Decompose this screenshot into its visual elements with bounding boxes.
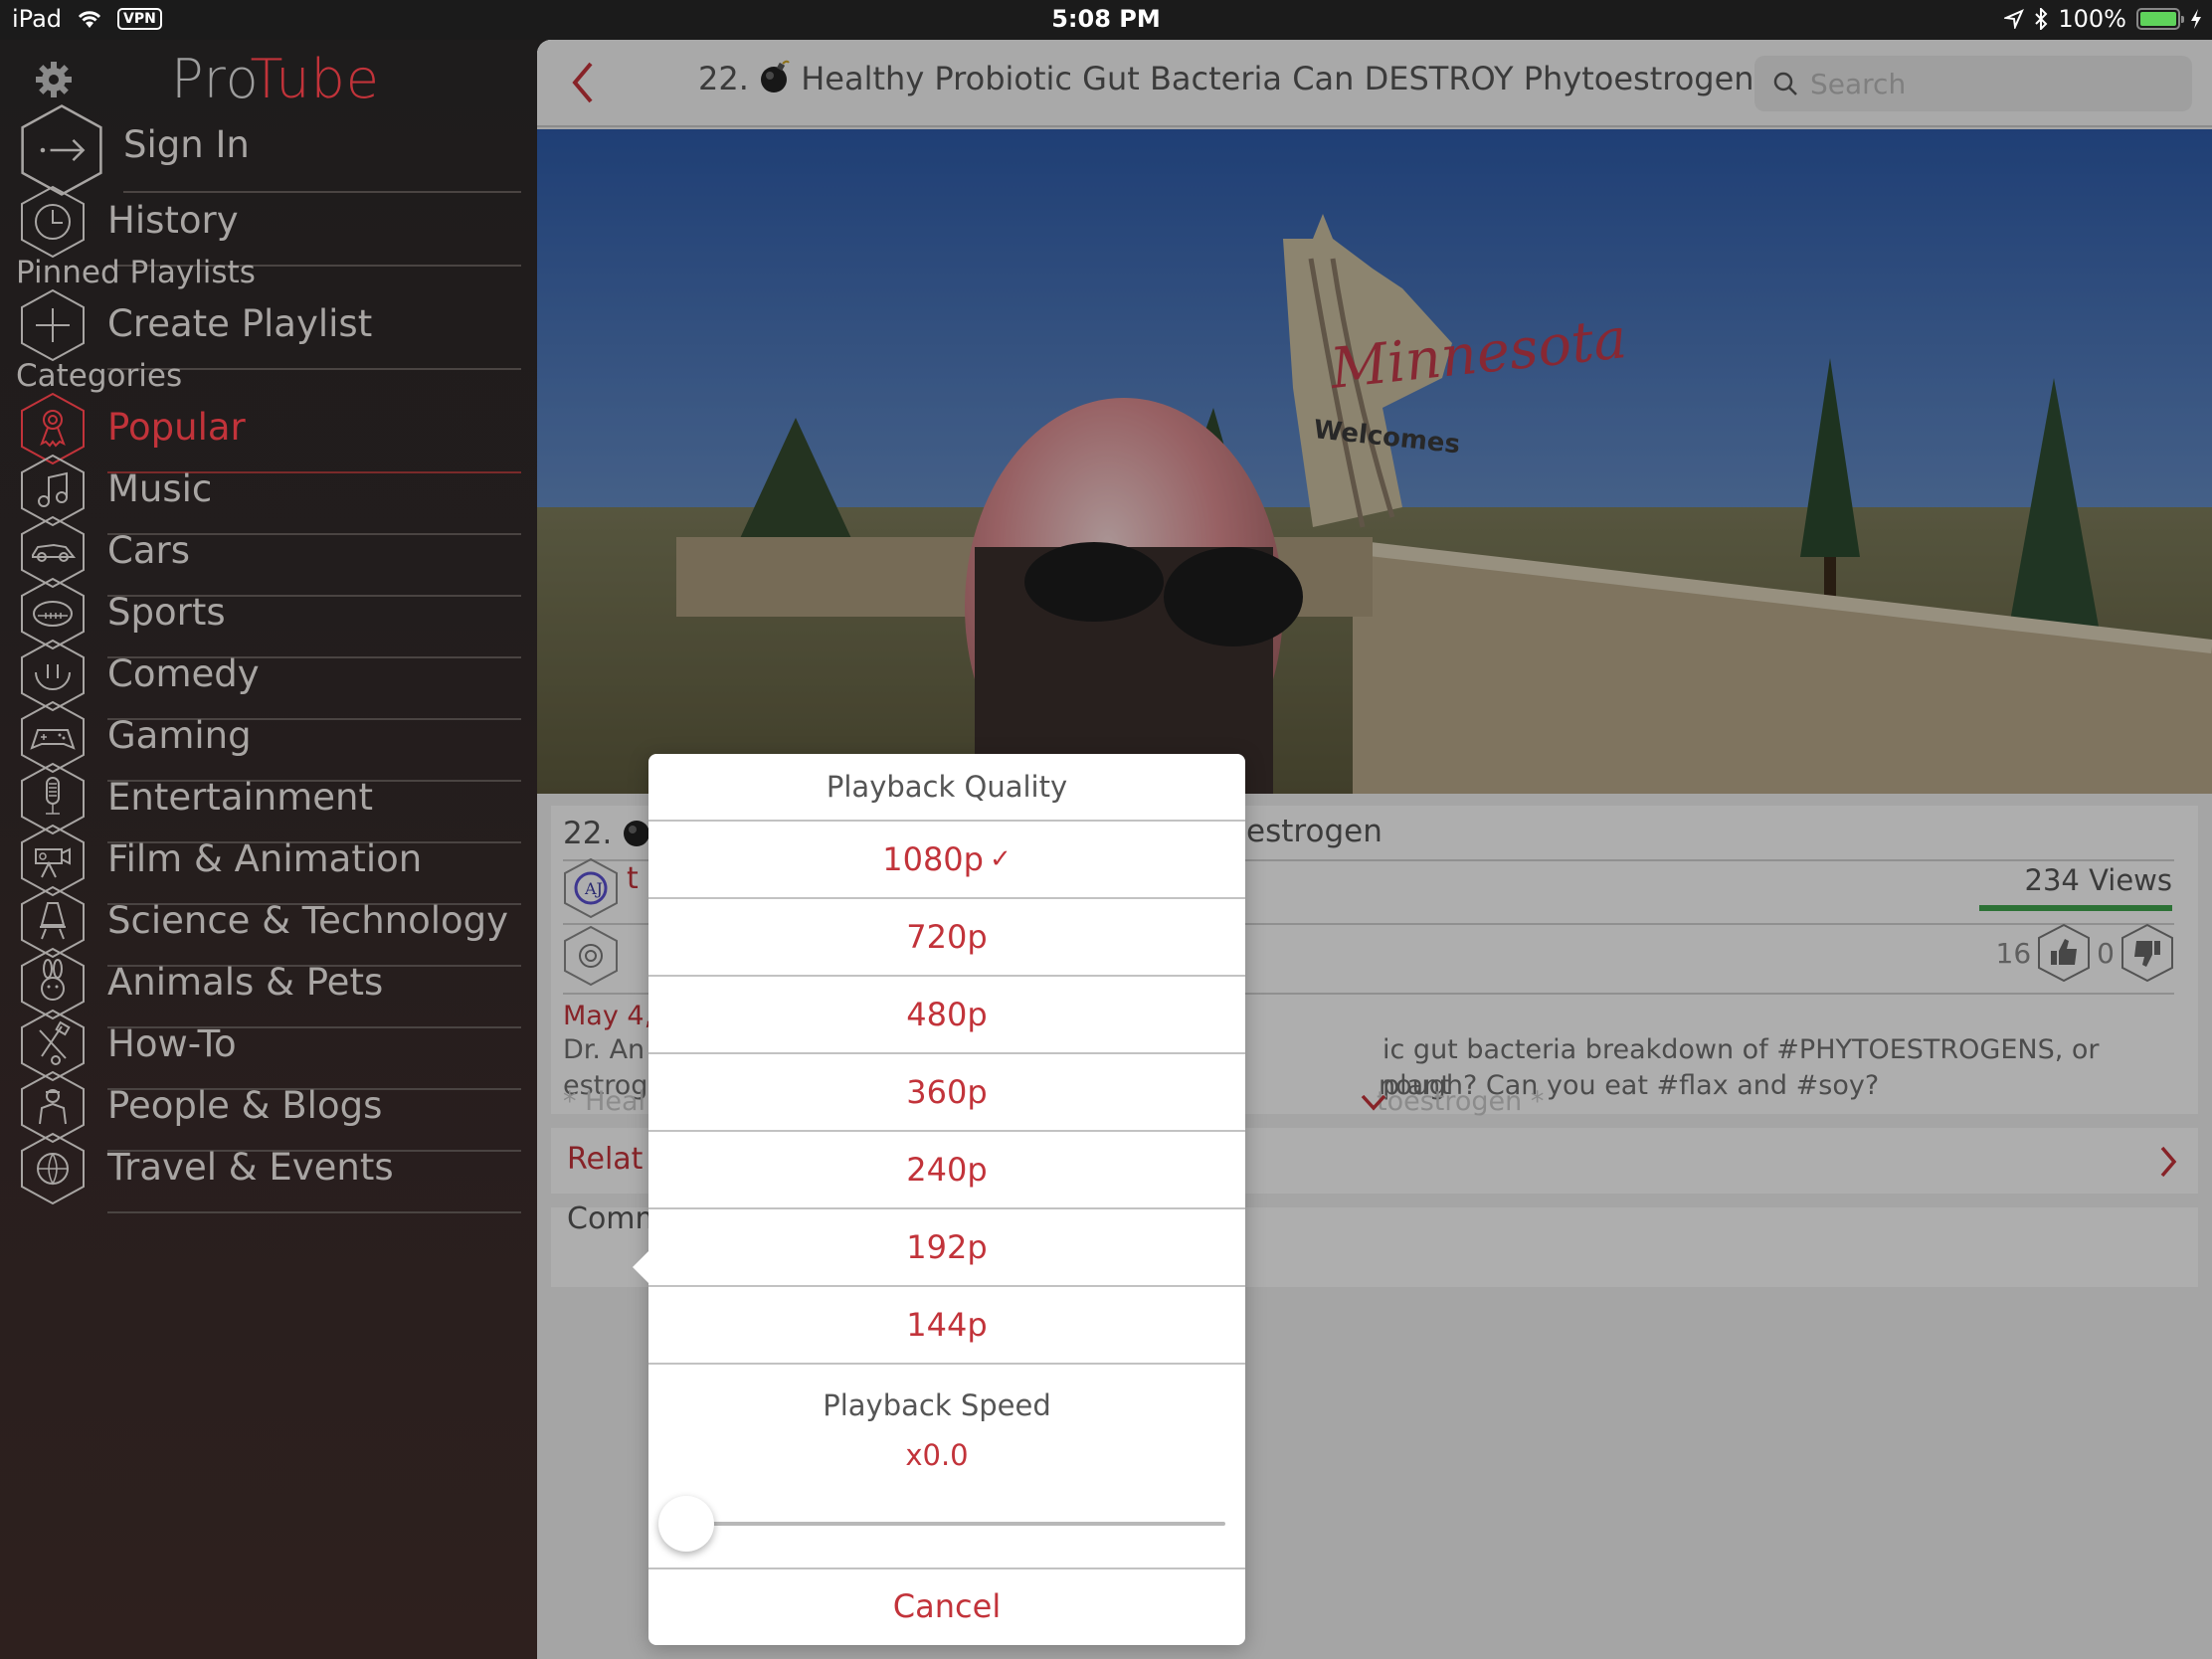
back-chevron-icon[interactable] xyxy=(567,60,597,105)
channel-avatar-icon[interactable]: AJ xyxy=(563,857,619,919)
search-box[interactable] xyxy=(1754,56,2192,111)
desc-faded-left: * Heal xyxy=(563,1086,646,1117)
thumbs-up-icon[interactable] xyxy=(2037,923,2091,983)
speed-section: Playback Speed x0.0 xyxy=(648,1365,1245,1569)
status-bar: iPad VPN 5:08 PM 100% xyxy=(0,0,2212,40)
quality-label: 720p xyxy=(906,918,988,956)
speed-value: x0.0 xyxy=(905,1438,969,1472)
search-icon xyxy=(1773,72,1797,95)
info-title-number: 22. xyxy=(563,816,613,851)
search-input[interactable] xyxy=(1810,64,2178,103)
sidebar-item-label: Science & Technology xyxy=(107,899,509,942)
expand-chevron-icon[interactable] xyxy=(1359,1092,1388,1112)
channel-name[interactable]: t xyxy=(627,861,639,896)
cancel-button[interactable]: Cancel xyxy=(648,1569,1245,1643)
sidebar-item-label: Create Playlist xyxy=(107,302,373,345)
quality-label: 360p xyxy=(906,1073,988,1111)
quality-option-360p[interactable]: 360p xyxy=(648,1054,1245,1132)
bomb-emoji-icon xyxy=(761,60,790,92)
settings-gear-icon[interactable] xyxy=(563,925,619,987)
sidebar-item-label: Entertainment xyxy=(107,776,373,819)
sidebar-item-label: Animals & Pets xyxy=(107,961,384,1004)
quality-label: 192p xyxy=(906,1228,988,1266)
gear-icon[interactable] xyxy=(34,60,74,99)
sidebar-item-label: Gaming xyxy=(107,714,252,757)
sidebar-item-label: Popular xyxy=(107,406,246,449)
playback-settings-popover: Playback Quality 1080p ✓ 720p 480p 360p 240p 1… xyxy=(633,754,1245,1645)
sidebar-item-label: Sports xyxy=(107,591,226,634)
quality-option-192p[interactable]: 192p xyxy=(648,1209,1245,1287)
publish-date: May 4, xyxy=(563,1001,653,1031)
like-ratio-bar xyxy=(1979,905,2172,911)
charging-bolt-icon xyxy=(2191,9,2201,29)
info-title: 22. xyxy=(563,814,653,851)
nav-bar: 22. Healthy Probiotic Gut Bacteria Can D… xyxy=(537,40,2212,127)
sidebar-item-label: Music xyxy=(107,467,213,510)
speed-title: Playback Speed xyxy=(823,1388,1051,1422)
quality-label: 480p xyxy=(906,996,988,1033)
quality-option-720p[interactable]: 720p xyxy=(648,899,1245,977)
checkmark-icon: ✓ xyxy=(989,844,1012,874)
sidebar-item-label: People & Blogs xyxy=(107,1084,383,1127)
plus-icon xyxy=(21,288,85,362)
quality-option-144p[interactable]: 144p xyxy=(648,1287,1245,1365)
svg-text:AJ: AJ xyxy=(584,879,603,898)
quality-option-240p[interactable]: 240p xyxy=(648,1132,1245,1209)
quality-option-480p[interactable]: 480p xyxy=(648,977,1245,1054)
quality-label: 1080p xyxy=(882,840,984,878)
sidebar-item-label: Film & Animation xyxy=(107,837,423,880)
location-arrow-icon xyxy=(2004,9,2025,29)
quality-option-1080p[interactable]: 1080p ✓ xyxy=(648,822,1245,899)
sidebar-item-create-playlist[interactable]: Create Playlist xyxy=(0,282,537,370)
sidebar-item-history[interactable]: History xyxy=(0,179,537,267)
sidebar-item-label: History xyxy=(107,199,239,242)
sidebar-item-label: Cars xyxy=(107,529,190,572)
sidebar-item-travel-events[interactable]: Travel & Events xyxy=(0,1126,537,1213)
desc-faded-right: toestrogen * xyxy=(1377,1086,1545,1117)
video-player[interactable]: Minnesota Welcomes xyxy=(537,129,2212,794)
sidebar-item-label: How-To xyxy=(107,1022,237,1065)
slider-thumb[interactable] xyxy=(658,1496,714,1552)
sidebar-item-label: Travel & Events xyxy=(107,1146,394,1189)
clock: 5:08 PM xyxy=(1051,5,1161,33)
clock-icon xyxy=(21,185,85,259)
related-label: Relat xyxy=(567,1142,644,1177)
sidebar: ProTube Sign In History Pinned Playlists Cr… xyxy=(0,40,537,1659)
like-count: 16 xyxy=(1995,936,2032,970)
video-frame: Minnesota Welcomes xyxy=(537,129,2212,794)
quality-title: Playback Quality xyxy=(648,754,1245,822)
sidebar-item-label: Comedy xyxy=(107,652,260,695)
chevron-right-icon xyxy=(2160,1146,2177,1178)
thumbs-down-icon[interactable] xyxy=(2120,923,2174,983)
desc-line1-left: Dr. An xyxy=(563,1034,645,1065)
quality-label: 240p xyxy=(906,1151,988,1189)
quality-label: 144p xyxy=(906,1306,988,1344)
speed-slider[interactable] xyxy=(658,1496,1225,1552)
slider-track[interactable] xyxy=(658,1522,1225,1526)
battery-icon xyxy=(2136,8,2184,30)
like-dislike-group: 16 0 xyxy=(1996,923,2174,983)
sidebar-item-label: Sign In xyxy=(123,123,250,166)
popover-arrow xyxy=(633,1249,650,1285)
view-count: 234 Views xyxy=(2024,863,2173,897)
bluetooth-icon xyxy=(2035,8,2048,30)
video-title-text: Healthy Probiotic Gut Bacteria Can DESTR… xyxy=(801,60,1754,97)
divider xyxy=(107,1211,521,1213)
globe-icon xyxy=(21,1132,85,1205)
battery-percent: 100% xyxy=(2058,5,2126,33)
video-number: 22. xyxy=(698,60,749,97)
dislike-count: 0 xyxy=(2097,936,2115,970)
video-title: 22. Healthy Probiotic Gut Bacteria Can D… xyxy=(698,60,1754,97)
